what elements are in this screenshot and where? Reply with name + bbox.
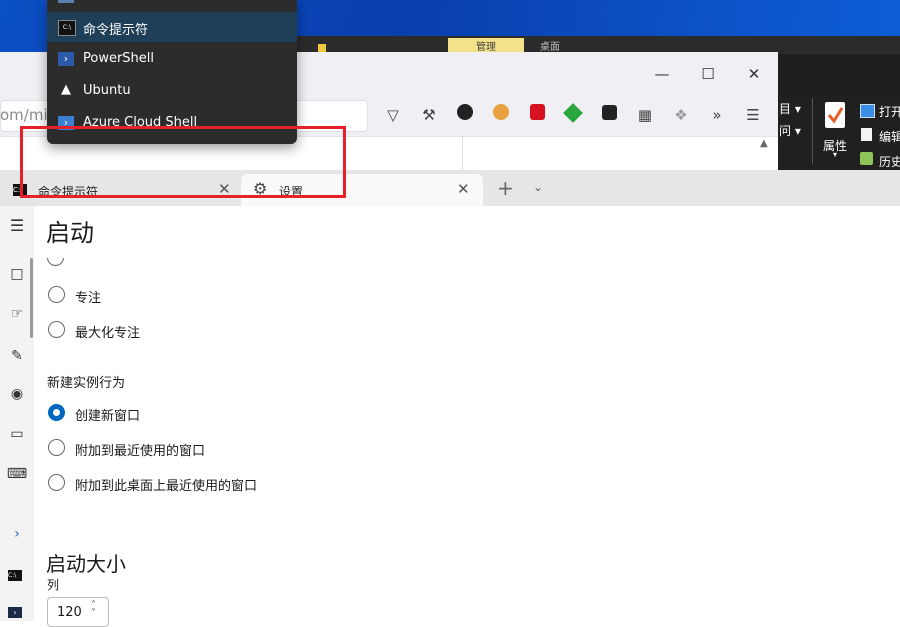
page-title: 启动 [46, 219, 94, 247]
radio-label-attach-desktop-window: 附加到此桌面上最近使用的窗口 [75, 479, 258, 494]
powershell-profile-icon[interactable]: › [4, 522, 30, 546]
open-icon [860, 104, 875, 118]
ubuntu-icon: ▲ [61, 82, 71, 97]
powershell-icon: › [58, 52, 74, 66]
new-instance-behavior-label: 新建实例行为 [47, 376, 126, 391]
folder-icon [318, 44, 326, 52]
tampermonkey-icon[interactable] [598, 104, 620, 126]
radio-label-attach-recent-window: 附加到最近使用的窗口 [75, 444, 206, 459]
maximize-button[interactable]: ☐ [696, 62, 720, 86]
radio-label-focus: 专注 [75, 291, 102, 306]
radio-attach-recent-window[interactable] [48, 439, 65, 456]
extension-face-icon[interactable] [490, 104, 512, 126]
radio-maximized-focus[interactable] [48, 321, 65, 338]
scroll-up-arrow[interactable]: ▲ [760, 138, 768, 149]
minimize-button[interactable]: — [650, 62, 674, 86]
wrench-icon[interactable]: ⚒ [418, 104, 440, 126]
ublock-icon[interactable] [526, 104, 548, 126]
overflow-chevrons-icon[interactable]: » [706, 104, 728, 126]
rendering-icon[interactable]: ▭ [4, 422, 30, 446]
radio-create-new-window[interactable] [48, 404, 65, 421]
puzzle-extension-icon[interactable]: ❖ [670, 104, 692, 126]
ribbon-item-label[interactable]: 目 ▾ [779, 100, 801, 117]
extension-avatar-icon[interactable] [454, 104, 476, 126]
dropdown-clipped-icon [58, 0, 74, 3]
hamburger-menu-icon[interactable]: ☰ [742, 104, 764, 126]
palette-icon[interactable]: ◉ [4, 382, 30, 406]
dropdown-item-label: PowerShell [83, 51, 155, 66]
ribbon-divider [812, 98, 813, 164]
dropdown-item-powershell[interactable]: › PowerShell [47, 43, 297, 75]
cmd-profile-icon[interactable]: C:\ [8, 570, 22, 581]
radio-label-create-new-window: 创建新窗口 [75, 409, 141, 424]
hamburger-menu-icon[interactable]: ☰ [4, 214, 30, 238]
history-icon [860, 152, 873, 165]
columns-label: 列 [47, 578, 60, 592]
radio-attach-desktop-window[interactable] [48, 474, 65, 491]
edit-button[interactable]: 编辑 [879, 128, 900, 145]
cmd-icon: C:\ [58, 20, 76, 36]
dropdown-item-command-prompt[interactable]: C:\ 命令提示符 [47, 12, 297, 44]
close-window-button[interactable]: ✕ [742, 62, 766, 86]
appearance-icon[interactable]: ✎ [4, 344, 30, 368]
radio-focus[interactable] [48, 286, 65, 303]
new-tab-button[interactable]: + [497, 176, 514, 200]
clipped-radio-option [46, 258, 76, 268]
powershell-core-profile-icon[interactable]: › [8, 607, 22, 618]
content-divider [462, 137, 463, 170]
ribbon-access-label[interactable]: 问 ▾ [779, 122, 801, 139]
reader-icon[interactable]: ▦ [634, 104, 656, 126]
dropdown-item-label: 命令提示符 [83, 23, 149, 38]
spinner-icon[interactable]: ˄ ˅ [91, 601, 96, 619]
close-tab-button[interactable]: ✕ [457, 180, 470, 198]
startup-icon[interactable]: □ [4, 262, 30, 286]
annotation-highlight-box [20, 126, 346, 198]
history-button[interactable]: 历史 [879, 153, 900, 170]
radio-label-maximized-focus: 最大化专注 [75, 326, 141, 341]
chevron-down-icon: ▾ [833, 150, 838, 159]
columns-value[interactable]: 120 [57, 605, 82, 620]
settings-content [34, 206, 900, 621]
launch-size-title: 启动大小 [46, 552, 126, 576]
interaction-icon[interactable]: ☞ [4, 302, 30, 326]
keyboard-icon[interactable]: ⌨ [4, 462, 30, 486]
properties-icon [825, 102, 845, 128]
chevron-down-icon[interactable]: ⌄ [533, 180, 543, 194]
scrollbar-thumb[interactable] [30, 258, 33, 338]
edit-icon [861, 128, 872, 141]
open-button[interactable]: 打开 [879, 103, 900, 120]
leaf-extension-icon[interactable] [562, 103, 584, 126]
dropdown-item-ubuntu[interactable]: ▲ Ubuntu [47, 75, 297, 107]
pocket-icon[interactable]: ▽ [382, 104, 404, 126]
dropdown-item-label: Ubuntu [83, 83, 131, 98]
